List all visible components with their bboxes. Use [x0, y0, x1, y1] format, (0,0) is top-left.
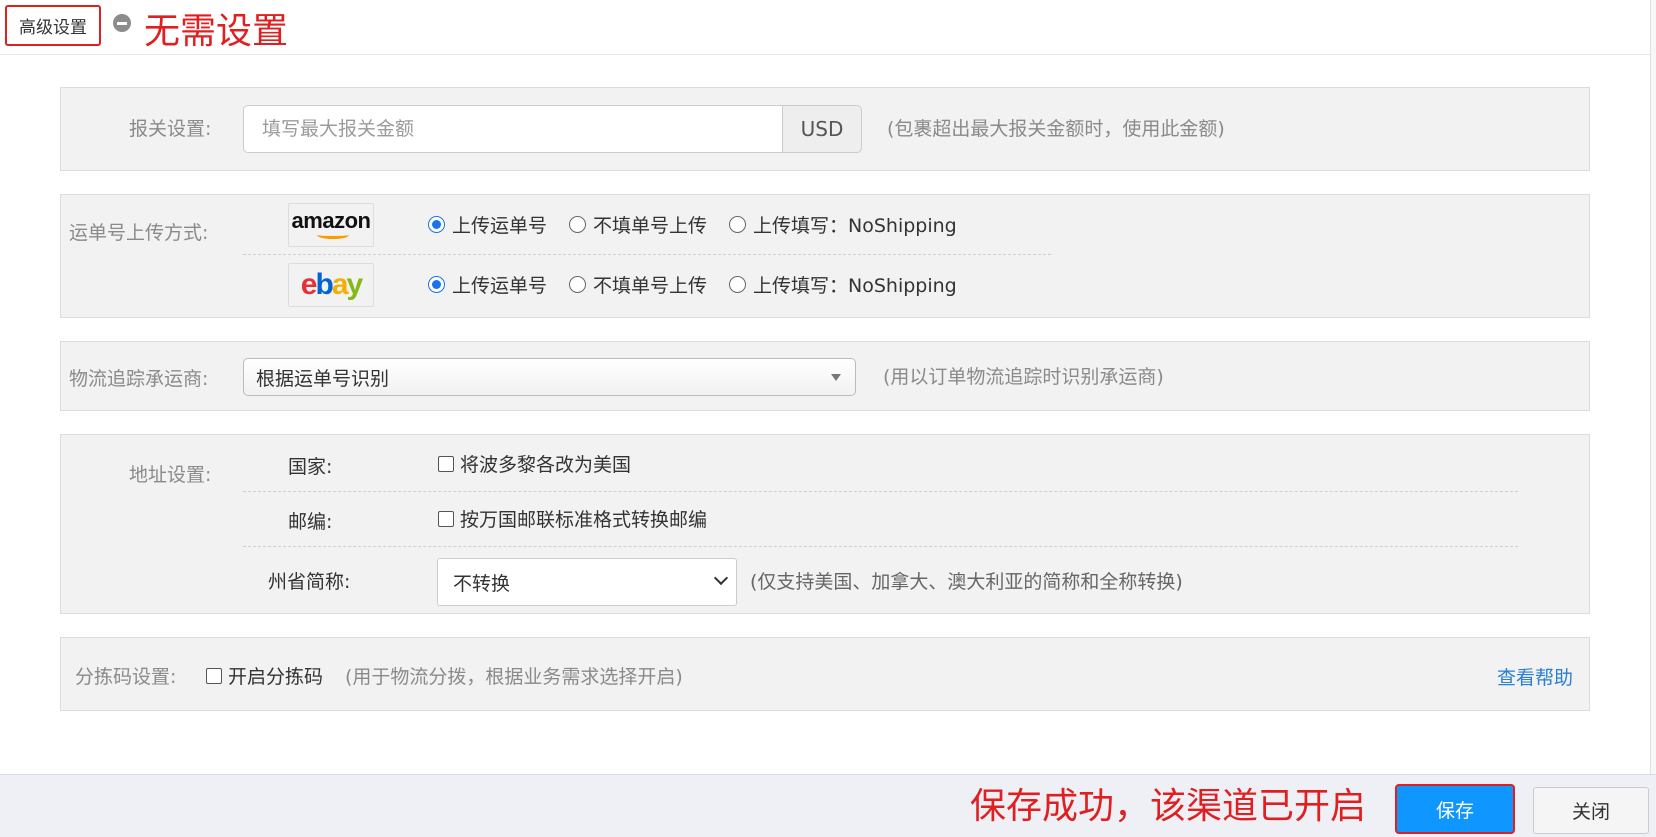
divider — [243, 491, 1518, 492]
view-help-link[interactable]: 查看帮助 — [1497, 663, 1573, 690]
ebay-wordmark: ebay — [300, 268, 363, 301]
chevron-down-icon — [713, 570, 729, 586]
amazon-smile-icon — [317, 231, 349, 239]
radio-checked-icon[interactable] — [428, 276, 445, 293]
radio-unchecked-icon[interactable] — [729, 276, 746, 293]
sorting-code-hint: (用于物流分拨，根据业务需求选择开启) — [345, 666, 683, 688]
state-abbr-label: 州省简称: — [268, 571, 351, 593]
tracking-carrier-label: 物流追踪承运商: — [69, 368, 209, 390]
radio-unchecked-icon[interactable] — [569, 216, 586, 233]
upu-zip-checkbox[interactable]: 按万国邮联标准格式转换邮编 — [438, 505, 707, 532]
sorting-code-label: 分拣码设置: — [75, 666, 177, 688]
customs-hint: (包裹超出最大报关金额时，使用此金额) — [887, 118, 1225, 140]
advanced-settings-button[interactable]: 高级设置 — [5, 5, 101, 46]
scrollbar[interactable] — [1650, 0, 1656, 775]
radio-checked-icon[interactable] — [428, 216, 445, 233]
radio-label: 不填单号上传 — [593, 275, 708, 297]
radio-label: 上传运单号 — [452, 215, 548, 237]
caret-down-icon — [831, 374, 841, 381]
radio-unchecked-icon[interactable] — [729, 216, 746, 233]
radio-label: 上传填写：NoShipping — [753, 275, 957, 297]
max-declared-amount-input[interactable] — [243, 105, 783, 153]
upload-method-section: 运单号上传方式: amazon 上传运单号 不填单号上传 上传填写：NoShip… — [60, 194, 1590, 318]
checkbox-icon[interactable] — [206, 667, 222, 684]
radio-label: 不填单号上传 — [593, 215, 708, 237]
radio-label: 上传填写：NoShipping — [753, 215, 957, 237]
state-abbr-value: 不转换 — [453, 572, 511, 595]
country-label: 国家: — [288, 456, 333, 478]
divider — [243, 546, 1518, 547]
state-abbr-select[interactable]: 不转换 — [437, 558, 737, 606]
minus-circle-icon[interactable] — [113, 14, 131, 32]
amazon-upload-tracking-radio[interactable]: 上传运单号 — [428, 211, 547, 238]
close-button[interactable]: 关闭 — [1533, 787, 1649, 834]
ebay-no-number-radio[interactable]: 不填单号上传 — [569, 271, 707, 298]
top-bar: 高级设置 无需设置 — [0, 0, 1650, 55]
puerto-rico-checkbox[interactable]: 将波多黎各改为美国 — [438, 450, 631, 477]
carrier-select[interactable]: 根据运单号识别 — [243, 358, 856, 396]
footer-bar: 保存成功，该渠道已开启 保存 关闭 — [0, 774, 1656, 837]
state-abbr-hint: (仅支持美国、加拿大、澳大利亚的简称和全称转换) — [750, 571, 1183, 593]
customs-label: 报关设置: — [129, 118, 212, 140]
radio-label: 上传运单号 — [452, 275, 548, 297]
checkbox-icon[interactable] — [438, 510, 454, 527]
amazon-no-number-radio[interactable]: 不填单号上传 — [569, 211, 707, 238]
tracking-carrier-hint: (用以订单物流追踪时识别承运商) — [883, 366, 1164, 388]
checkbox-icon[interactable] — [438, 455, 454, 472]
tracking-carrier-section: 物流追踪承运商: 根据运单号识别 (用以订单物流追踪时识别承运商) — [60, 341, 1590, 411]
currency-addon: USD — [782, 105, 862, 153]
upload-method-label: 运单号上传方式: — [69, 222, 209, 244]
annotation-save-success: 保存成功，该渠道已开启 — [970, 786, 1367, 827]
carrier-select-value: 根据运单号识别 — [256, 367, 390, 390]
ebay-upload-tracking-radio[interactable]: 上传运单号 — [428, 271, 547, 298]
ebay-noshipping-radio[interactable]: 上传填写：NoShipping — [729, 271, 957, 298]
checkbox-label: 按万国邮联标准格式转换邮编 — [460, 509, 708, 531]
sorting-code-section: 分拣码设置: 开启分拣码 (用于物流分拨，根据业务需求选择开启) 查看帮助 — [60, 637, 1590, 711]
enable-sorting-code-checkbox[interactable]: 开启分拣码 — [206, 662, 323, 689]
amazon-noshipping-radio[interactable]: 上传填写：NoShipping — [729, 211, 957, 238]
customs-section: 报关设置: USD (包裹超出最大报关金额时，使用此金额) — [60, 87, 1590, 171]
zip-label: 邮编: — [288, 511, 333, 533]
address-section: 地址设置: 国家: 将波多黎各改为美国 邮编: 按万国邮联标准格式转换邮编 州省… — [60, 434, 1590, 614]
save-button[interactable]: 保存 — [1395, 784, 1515, 834]
address-label: 地址设置: — [129, 464, 212, 486]
annotation-no-setting-needed: 无需设置 — [144, 11, 289, 52]
amazon-logo: amazon — [288, 203, 374, 247]
ebay-logo: ebay — [288, 263, 374, 307]
checkbox-label: 将波多黎各改为美国 — [460, 454, 632, 476]
divider — [243, 254, 1051, 255]
radio-unchecked-icon[interactable] — [569, 276, 586, 293]
checkbox-label: 开启分拣码 — [228, 666, 324, 688]
